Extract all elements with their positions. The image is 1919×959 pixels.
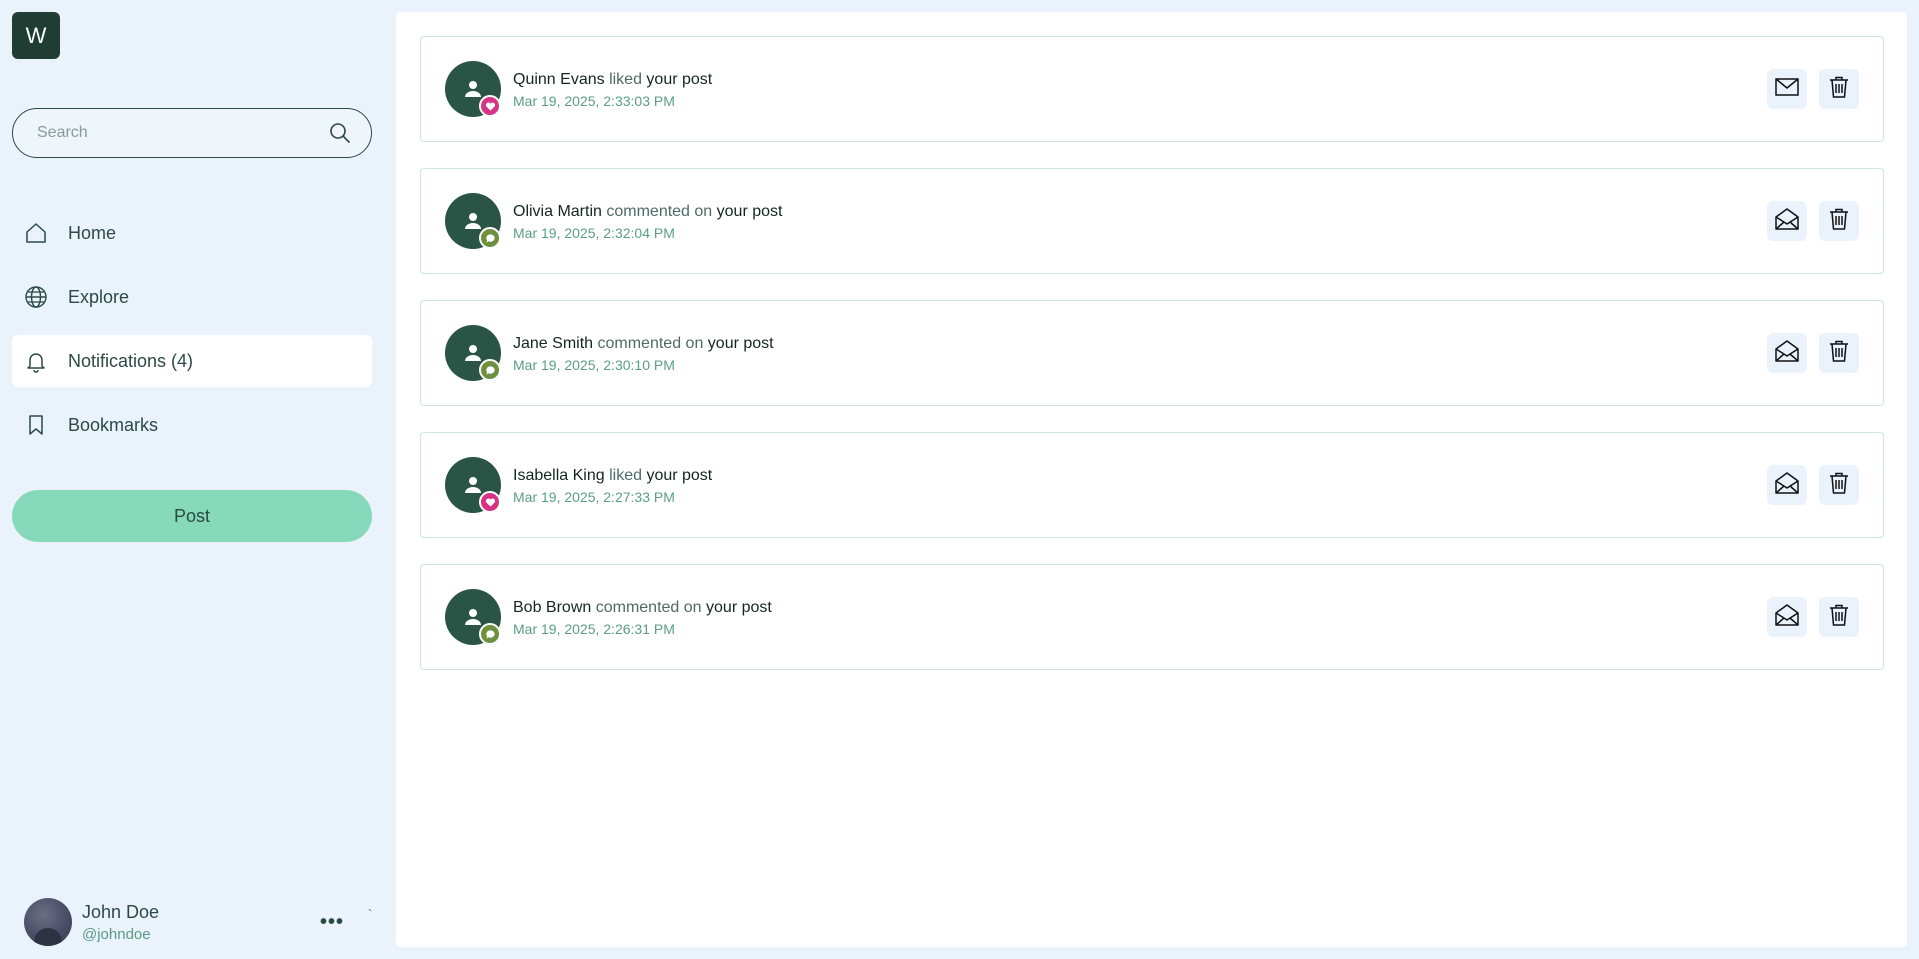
heart-icon (479, 95, 501, 117)
notification-item[interactable]: Bob Brown commented on your post Mar 19,… (420, 564, 1884, 670)
delete-button[interactable] (1819, 465, 1859, 505)
mail-icon (1774, 76, 1800, 103)
notification-target[interactable]: your post (706, 599, 772, 616)
post-button[interactable]: Post (12, 490, 372, 542)
sidebar: W Home Explore Notifications (4) (0, 0, 384, 959)
notification-target[interactable]: your post (646, 71, 712, 88)
notification-timestamp: Mar 19, 2025, 2:30:10 PM (513, 357, 675, 373)
notification-user: Jane Smith (513, 335, 594, 352)
mark-unread-button[interactable] (1767, 201, 1807, 241)
notification-action: commented on (606, 203, 713, 220)
comment-icon (479, 623, 501, 645)
notification-user: Bob Brown (513, 599, 592, 616)
notification-text: Isabella King liked your post Mar 19, 20… (513, 467, 712, 505)
notification-text: Jane Smith commented on your post Mar 19… (513, 335, 774, 373)
notification-user: Quinn Evans (513, 71, 605, 88)
search-box (12, 108, 372, 158)
trash-icon (1828, 471, 1850, 500)
heart-icon (479, 491, 501, 513)
home-icon (24, 221, 48, 245)
notification-actions (1767, 69, 1859, 109)
notification-text: Olivia Martin commented on your post Mar… (513, 203, 782, 241)
main-nav: Home Explore Notifications (4) Bookmarks (12, 207, 372, 463)
nav-item-notifications[interactable]: Notifications (4) (12, 335, 372, 387)
notification-text: Quinn Evans liked your post Mar 19, 2025… (513, 71, 712, 109)
notification-item[interactable]: Olivia Martin commented on your post Mar… (420, 168, 1884, 274)
mail-open-icon (1774, 471, 1800, 500)
delete-button[interactable] (1819, 201, 1859, 241)
trash-icon (1828, 339, 1850, 368)
profile-card[interactable]: John Doe @johndoe ••• ` (24, 897, 374, 947)
notification-target[interactable]: your post (708, 335, 774, 352)
mark-unread-button[interactable] (1767, 333, 1807, 373)
mail-open-icon (1774, 603, 1800, 632)
notification-action: liked (609, 467, 642, 484)
notification-target[interactable]: your post (717, 203, 783, 220)
comment-icon (479, 359, 501, 381)
mail-open-icon (1774, 207, 1800, 236)
notification-action: liked (609, 71, 642, 88)
notification-actions (1767, 201, 1859, 241)
bookmark-icon (24, 413, 48, 437)
notification-action: commented on (597, 335, 704, 352)
notification-message: Quinn Evans liked your post (513, 71, 712, 89)
globe-icon (24, 285, 48, 309)
search-icon[interactable] (329, 122, 351, 144)
trash-icon (1828, 75, 1850, 104)
notification-message: Jane Smith commented on your post (513, 335, 774, 353)
nav-item-label: Explore (68, 286, 130, 307)
notification-actions (1767, 597, 1859, 637)
delete-button[interactable] (1819, 333, 1859, 373)
notification-text: Bob Brown commented on your post Mar 19,… (513, 599, 772, 637)
notification-action: commented on (595, 599, 702, 616)
mark-read-button[interactable] (1767, 69, 1807, 109)
caret-icon: ` (368, 907, 372, 921)
nav-item-explore[interactable]: Explore (12, 271, 372, 323)
bell-icon (24, 349, 48, 373)
profile-info: John Doe @johndoe (82, 902, 159, 943)
more-options-icon[interactable]: ••• (320, 911, 344, 934)
delete-button[interactable] (1819, 597, 1859, 637)
notification-timestamp: Mar 19, 2025, 2:27:33 PM (513, 489, 675, 505)
nav-item-label: Notifications (4) (68, 350, 194, 371)
notification-timestamp: Mar 19, 2025, 2:26:31 PM (513, 621, 675, 637)
nav-item-home[interactable]: Home (12, 207, 372, 259)
notification-user: Isabella King (513, 467, 605, 484)
nav-item-label: Bookmarks (68, 414, 159, 435)
mail-open-icon (1774, 339, 1800, 368)
notifications-panel: Quinn Evans liked your post Mar 19, 2025… (396, 12, 1907, 947)
notification-message: Olivia Martin commented on your post (513, 203, 782, 221)
nav-item-bookmarks[interactable]: Bookmarks (12, 399, 372, 451)
mark-unread-button[interactable] (1767, 597, 1807, 637)
comment-icon (479, 227, 501, 249)
notification-item[interactable]: Quinn Evans liked your post Mar 19, 2025… (420, 36, 1884, 142)
mark-unread-button[interactable] (1767, 465, 1807, 505)
notification-message: Bob Brown commented on your post (513, 599, 772, 617)
notification-timestamp: Mar 19, 2025, 2:32:04 PM (513, 225, 675, 241)
notification-user: Olivia Martin (513, 203, 602, 220)
profile-handle: @johndoe (82, 925, 151, 943)
app-logo[interactable]: W (12, 12, 60, 59)
notification-item[interactable]: Jane Smith commented on your post Mar 19… (420, 300, 1884, 406)
notification-target[interactable]: your post (646, 467, 712, 484)
nav-item-label: Home (68, 222, 117, 243)
search-input[interactable] (37, 124, 329, 142)
profile-name: John Doe (82, 901, 160, 922)
notification-message: Isabella King liked your post (513, 467, 712, 485)
notification-actions (1767, 333, 1859, 373)
notification-item[interactable]: Isabella King liked your post Mar 19, 20… (420, 432, 1884, 538)
trash-icon (1828, 207, 1850, 236)
trash-icon (1828, 603, 1850, 632)
notification-timestamp: Mar 19, 2025, 2:33:03 PM (513, 93, 675, 109)
delete-button[interactable] (1819, 69, 1859, 109)
notification-actions (1767, 465, 1859, 505)
avatar (24, 898, 72, 946)
